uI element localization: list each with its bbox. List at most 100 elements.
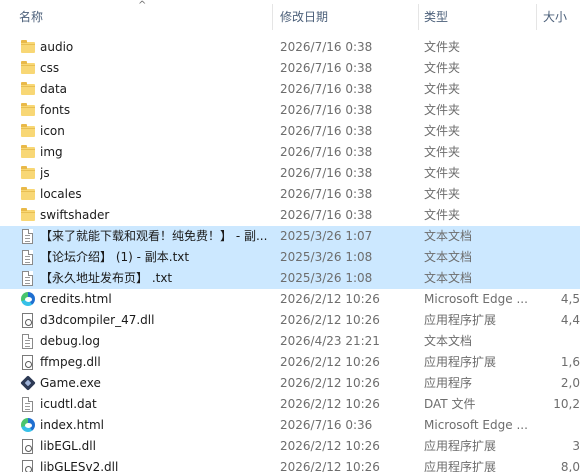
file-modified-date: 2026/2/12 10:26 [280,439,380,453]
file-row[interactable]: libEGL.dll 2026/2/12 10:26 应用程序扩展 3 [0,436,580,457]
file-type: 文件夹 [424,187,461,201]
file-row[interactable]: 【来了就能下载和观看！纯免费！】 - 副... 2025/3/26 1:07 文本文… [0,226,580,247]
file-name: swiftshader [40,208,110,222]
file-row[interactable]: audio 2026/7/16 0:38 文件夹 [0,37,580,58]
file-size [540,247,580,268]
file-size [540,100,580,121]
file-list: ^ 名称 修改日期 类型 大小 audio 2026/7/16 0:38 文件夹 cs… [0,0,580,472]
dll-file-icon [19,457,37,472]
file-modified-date: 2026/2/12 10:26 [280,355,380,369]
folder-icon [19,37,37,58]
file-modified-date: 2025/3/26 1:08 [280,250,373,264]
file-name: icon [40,124,65,138]
file-type: 文件夹 [424,40,461,54]
file-modified-date: 2026/2/12 10:26 [280,313,380,327]
file-name: debug.log [40,334,100,348]
file-modified-date: 2026/7/16 0:38 [280,145,373,159]
file-size: 1,6 [560,355,580,369]
folder-icon [19,184,37,205]
file-size: 2,0 [560,376,580,390]
edge-icon [19,289,37,310]
column-header-type[interactable]: 类型 [424,0,534,34]
file-modified-date: 2026/7/16 0:36 [280,418,373,432]
file-size [540,184,580,205]
file-type: 文件夹 [424,145,461,159]
file-type: 应用程序 [424,376,473,390]
file-modified-date: 2026/4/23 21:21 [280,334,380,348]
file-row[interactable]: credits.html 2026/2/12 10:26 Microsoft Edg… [0,289,580,310]
file-type: 文件夹 [424,103,461,117]
file-size [540,163,580,184]
file-row[interactable]: debug.log 2026/4/23 21:21 文本文档 [0,331,580,352]
file-row[interactable]: 【论坛介绍】 (1) - 副本.txt 2025/3/26 1:08 文本文档 [0,247,580,268]
file-size [540,205,580,226]
file-size [540,58,580,79]
column-divider[interactable] [272,4,273,30]
file-name: index.html [40,418,104,432]
file-name: Game.exe [40,376,101,390]
file-modified-date: 2026/7/16 0:38 [280,82,373,96]
file-type: 应用程序扩展 [424,439,497,453]
file-modified-date: 2026/7/16 0:38 [280,40,373,54]
file-size: 3 [572,439,580,453]
file-name: credits.html [40,292,112,306]
file-type: 文件夹 [424,208,461,222]
file-size [540,268,580,289]
text-file-icon [19,226,37,247]
column-header-bar: ^ 名称 修改日期 类型 大小 [0,0,580,34]
file-name: locales [40,187,82,201]
file-type: 应用程序扩展 [424,313,497,327]
file-type: 文本文档 [424,250,473,264]
game-exe-icon [19,373,37,394]
file-name: 【永久地址发布页】 .txt [40,271,173,285]
file-name: data [40,82,68,96]
file-modified-date: 2026/2/12 10:26 [280,292,380,306]
file-type: 文件夹 [424,124,461,138]
file-row[interactable]: js 2026/7/16 0:38 文件夹 [0,163,580,184]
file-row[interactable]: icon 2026/7/16 0:38 文件夹 [0,121,580,142]
file-row[interactable]: index.html 2026/7/16 0:36 Microsoft Edge .… [0,415,580,436]
file-row[interactable]: 【永久地址发布页】 .txt 2025/3/26 1:08 文本文档 [0,268,580,289]
file-row[interactable]: locales 2026/7/16 0:38 文件夹 [0,184,580,205]
file-type: 文本文档 [424,334,473,348]
file-rows: audio 2026/7/16 0:38 文件夹 css 2026/7/16 0:38 文… [0,37,580,472]
file-row[interactable]: data 2026/7/16 0:38 文件夹 [0,79,580,100]
file-size [540,331,580,352]
file-row[interactable]: Game.exe 2026/2/12 10:26 应用程序 2,0 [0,373,580,394]
text-file-icon [19,268,37,289]
file-modified-date: 2026/2/12 10:26 [280,397,380,411]
folder-icon [19,58,37,79]
folder-icon [19,142,37,163]
file-row[interactable]: icudtl.dat 2026/2/12 10:26 DAT 文件 10,2 [0,394,580,415]
file-name: css [40,61,60,75]
file-modified-date: 2026/7/16 0:38 [280,61,373,75]
column-header-size[interactable]: 大小 [543,0,580,34]
file-name: libGLESv2.dll [40,460,119,472]
column-divider[interactable] [536,4,537,30]
file-row[interactable]: fonts 2026/7/16 0:38 文件夹 [0,100,580,121]
file-row[interactable]: swiftshader 2026/7/16 0:38 文件夹 [0,205,580,226]
file-type: 文件夹 [424,166,461,180]
file-size [540,37,580,58]
column-header-name[interactable]: 名称 [19,0,269,34]
file-size [540,142,580,163]
file-modified-date: 2026/7/16 0:38 [280,208,373,222]
file-modified-date: 2026/7/16 0:38 [280,166,373,180]
file-type: Microsoft Edge ... [424,418,528,432]
file-row[interactable]: ffmpeg.dll 2026/2/12 10:26 应用程序扩展 1,6 [0,352,580,373]
file-modified-date: 2025/3/26 1:08 [280,271,373,285]
file-row[interactable]: libGLESv2.dll 2026/2/12 10:26 应用程序扩展 8,0 [0,457,580,472]
column-header-modified[interactable]: 修改日期 [280,0,416,34]
file-name: js [40,166,50,180]
file-row[interactable]: css 2026/7/16 0:38 文件夹 [0,58,580,79]
dll-file-icon [19,436,37,457]
file-name: libEGL.dll [40,439,96,453]
folder-icon [19,205,37,226]
folder-icon [19,79,37,100]
file-row[interactable]: img 2026/7/16 0:38 文件夹 [0,142,580,163]
column-divider[interactable] [418,4,419,30]
file-size: 4,5 [560,292,580,306]
file-row[interactable]: d3dcompiler_47.dll 2026/2/12 10:26 应用程序扩展 4… [0,310,580,331]
file-modified-date: 2026/2/12 10:26 [280,376,380,390]
edge-icon [19,415,37,436]
